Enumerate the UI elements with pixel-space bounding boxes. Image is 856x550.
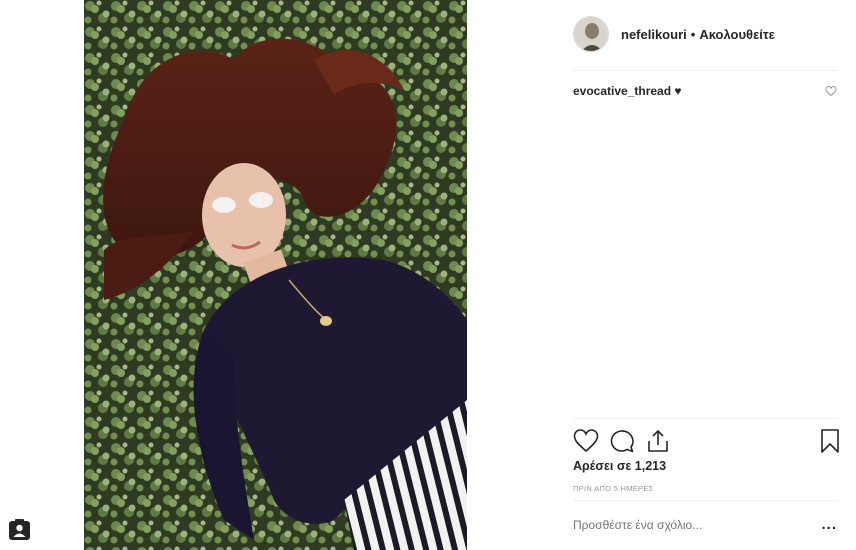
post-timestamp[interactable]: ΠΡΙΝ ΑΠΟ 5 ΗΜΕΡΕΣ [573,484,654,493]
avatar-image [574,17,608,51]
header-text: nefelikouri • Ακολουθείτε [621,27,775,42]
heart-outline-icon[interactable] [573,428,599,454]
likes-count[interactable]: Αρέσει σε 1,213 [573,459,666,473]
separator-dot: • [690,26,696,42]
contact-card-icon[interactable] [8,518,31,541]
more-options-button[interactable]: ... [821,516,837,533]
post-photo[interactable] [84,0,467,550]
small-heart-icon[interactable] [825,85,837,97]
comment-box-divider [573,500,837,501]
actions-divider [573,418,837,419]
username-link[interactable]: nefelikouri [621,27,687,42]
avatar[interactable] [573,16,609,52]
bookmark-icon[interactable] [817,428,843,454]
post-sidebar: nefelikouri • Ακολουθείτε evocative_thread… [573,0,839,550]
speech-bubble-icon[interactable] [609,428,635,454]
comment-row: evocative_thread ♥ [573,84,837,98]
left-margin [0,0,84,550]
post-header: nefelikouri • Ακολουθείτε [573,15,837,53]
follow-state-button[interactable]: Ακολουθείτε [699,27,775,42]
header-divider [573,70,837,71]
share-upload-icon[interactable] [645,428,671,454]
action-bar [573,428,839,454]
post-image [84,0,467,550]
comment-username[interactable]: evocative_thread [573,84,671,98]
add-comment-input[interactable] [573,518,813,532]
comment-text: ♥ [674,84,682,98]
